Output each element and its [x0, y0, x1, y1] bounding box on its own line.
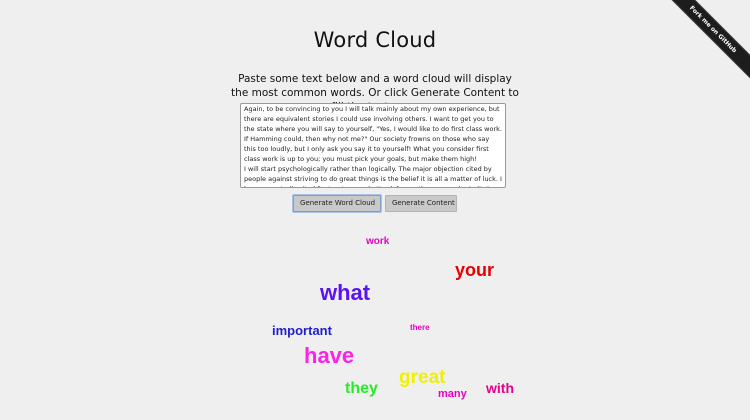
page-title: Word Cloud: [313, 28, 437, 52]
cloud-word-have: have: [304, 343, 355, 368]
generate-content-button[interactable]: Generate Content: [385, 195, 457, 212]
cloud-word-with: with: [486, 380, 514, 396]
cloud-word-important: important: [272, 323, 332, 338]
cloud-word-work: work: [366, 236, 390, 247]
cloud-word-great: great: [399, 367, 446, 388]
cloud-word-what: what: [320, 280, 371, 305]
cloud-word-they: they: [345, 380, 378, 397]
cloud-word-many: many: [438, 388, 467, 400]
page: Word Cloud Paste some text below and a w…: [0, 0, 750, 420]
fork-on-github-ribbon[interactable]: Fork me on GitHub: [654, 0, 750, 88]
cloud-word-your: your: [455, 260, 495, 280]
generate-word-cloud-button[interactable]: Generate Word Cloud: [293, 195, 381, 212]
github-ribbon-container: Fork me on GitHub: [640, 0, 750, 110]
text-input-area[interactable]: [240, 103, 506, 188]
cloud-word-there: there: [410, 323, 430, 332]
